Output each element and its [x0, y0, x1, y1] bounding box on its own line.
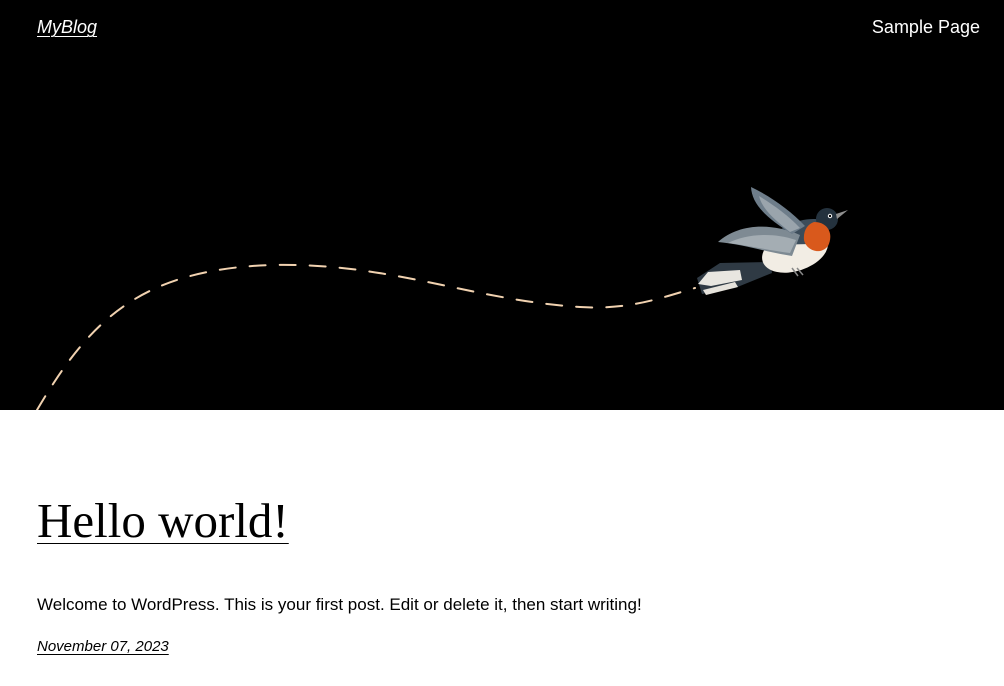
site-title[interactable]: MyBlog: [37, 17, 97, 38]
site-header: MyBlog Sample Page: [0, 0, 1004, 410]
flight-path: [36, 263, 696, 410]
post-title[interactable]: Hello world!: [37, 496, 289, 545]
nav-item-sample-page[interactable]: Sample Page: [872, 17, 980, 37]
main-navigation: Sample Page: [872, 17, 980, 38]
post-date[interactable]: November 07, 2023: [37, 638, 169, 655]
bird-icon: [697, 187, 848, 295]
bird-flight-illustration: [36, 187, 848, 410]
post-excerpt: Welcome to WordPress. This is your first…: [37, 595, 642, 614]
